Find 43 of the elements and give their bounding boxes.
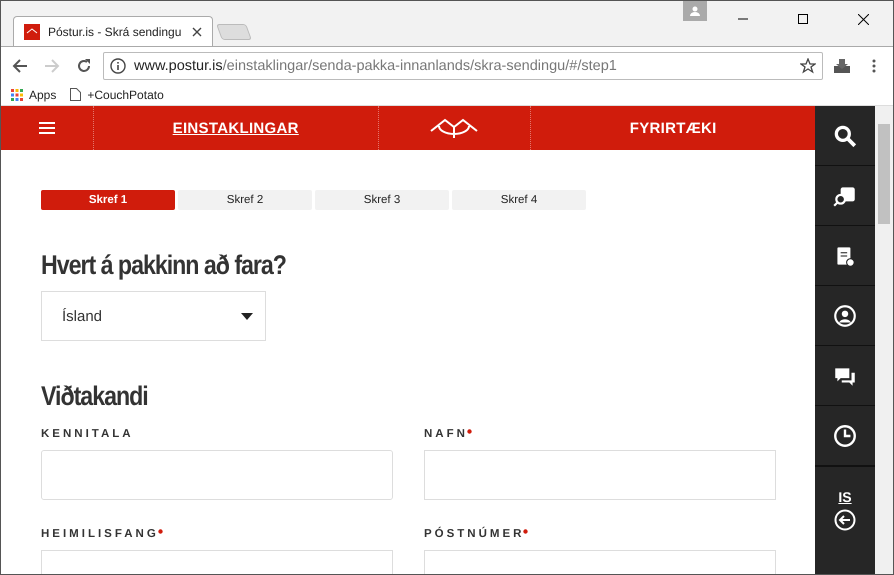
- input-field[interactable]: [424, 450, 776, 500]
- site-logo-icon: [24, 24, 40, 40]
- post-horn-logo[interactable]: [429, 117, 480, 139]
- search-icon: [832, 122, 858, 148]
- section-heading: Hvert á pakkinn að fara?: [41, 250, 287, 281]
- menu-icon[interactable]: [38, 122, 55, 134]
- caret-icon: [241, 312, 253, 320]
- step-tab[interactable]: Skref 2: [178, 190, 312, 210]
- user-icon: [690, 6, 700, 16]
- info-icon: [110, 58, 126, 74]
- more-icon: [872, 58, 876, 72]
- nav-link[interactable]: EINSTAKLINGAR: [172, 120, 299, 136]
- user-icon: [832, 302, 858, 328]
- section-heading: Viðtakandi: [41, 381, 149, 412]
- close-icon: [858, 14, 868, 24]
- language-link[interactable]: IS: [838, 489, 852, 505]
- back-arrow-icon: [12, 58, 28, 74]
- field-label: PÓSTNÚMER: [424, 528, 524, 540]
- address-bar[interactable]: www.postur.is/einstaklingar/senda-pakka-innanlands/skra-sendingu/#/step1: [103, 52, 823, 80]
- maximize-icon: [798, 14, 808, 24]
- reload-icon: [76, 58, 92, 74]
- nav-link[interactable]: FYRIRTÆKI: [630, 120, 717, 136]
- apps-grid-icon: [11, 88, 23, 100]
- country-select[interactable]: Ísland: [41, 291, 266, 341]
- clock-icon: [832, 422, 858, 448]
- url-text: www.postur.is/einstaklingar/senda-pakka-innanlands/skra-sendingu/#/step1: [134, 58, 618, 74]
- field-label: KENNITALA: [41, 428, 134, 440]
- browser-tab[interactable]: Póstur.is - Skrá sendingu: [13, 16, 213, 46]
- field-label: NAFN: [424, 428, 468, 440]
- step-tab[interactable]: Skref 4: [452, 190, 586, 210]
- tray-icon: [833, 58, 851, 74]
- scrollbar-thumb[interactable]: [878, 124, 890, 224]
- input-field[interactable]: [41, 450, 393, 500]
- bookmark-link[interactable]: +CouchPotato: [70, 88, 164, 102]
- close-icon[interactable]: [192, 26, 202, 36]
- forward-arrow-icon: [44, 58, 60, 74]
- bookmark-link[interactable]: Apps: [11, 88, 56, 102]
- tab-title: Póstur.is - Skrá sendingu: [48, 24, 182, 38]
- field-label: HEIMILISFANG: [41, 528, 159, 540]
- step-tab[interactable]: Skref 1: [41, 190, 175, 210]
- page-icon: [70, 88, 82, 101]
- step-tab[interactable]: Skref 3: [315, 190, 449, 210]
- star-icon[interactable]: [800, 58, 816, 74]
